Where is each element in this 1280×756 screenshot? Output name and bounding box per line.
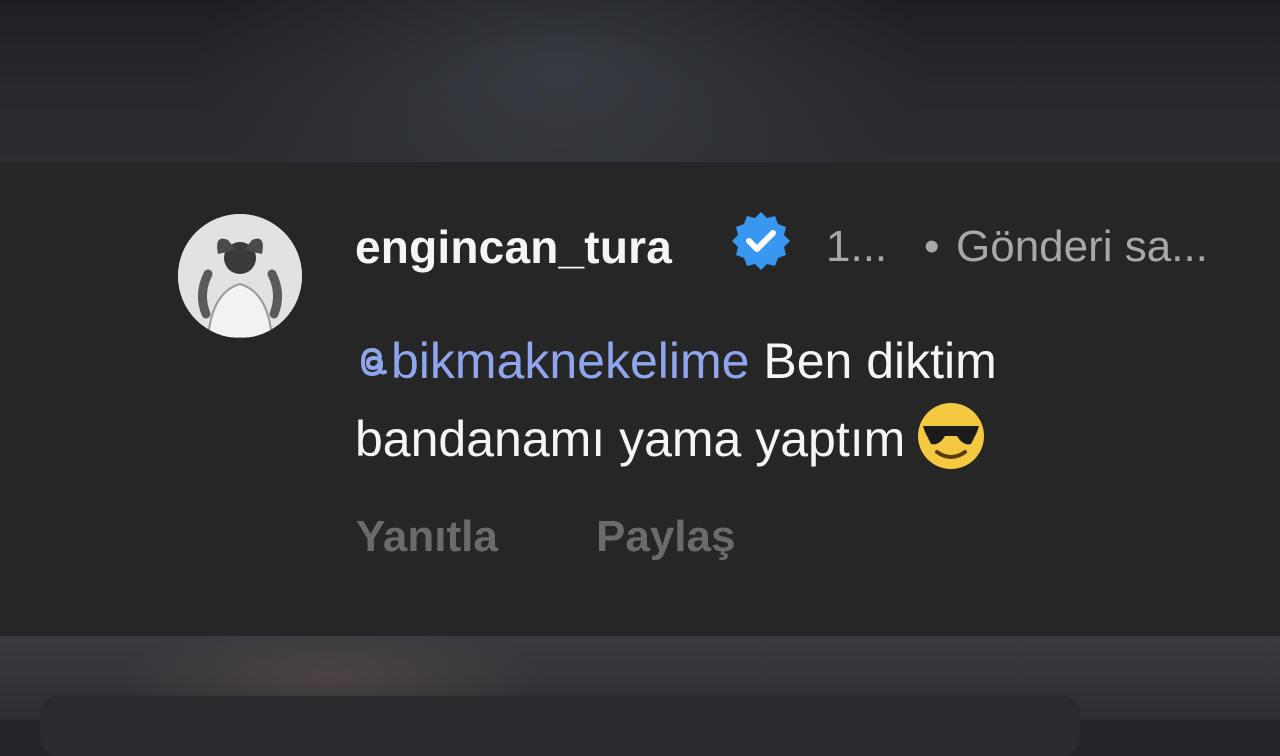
avatar[interactable] (178, 214, 302, 338)
next-comment-card (40, 696, 1080, 756)
threads-at-icon (355, 326, 389, 377)
meta-separator: • (924, 222, 940, 271)
background-top (0, 0, 1280, 162)
comment-text: bikmaknekelime Ben diktim bandanamı yama… (355, 322, 1235, 478)
reply-button[interactable]: Yanıtla (356, 512, 498, 562)
post-author-status: Gönderi sa... (956, 222, 1208, 271)
comment-timestamp: 1... (826, 222, 888, 271)
mention-link[interactable]: bikmaknekelime (355, 333, 749, 389)
verified-badge-icon (730, 210, 792, 272)
mention-username: bikmaknekelime (391, 333, 750, 389)
username[interactable]: engincan_tura (355, 220, 672, 274)
smiling-face-with-sunglasses-icon (915, 400, 987, 472)
share-button[interactable]: Paylaş (596, 512, 735, 562)
